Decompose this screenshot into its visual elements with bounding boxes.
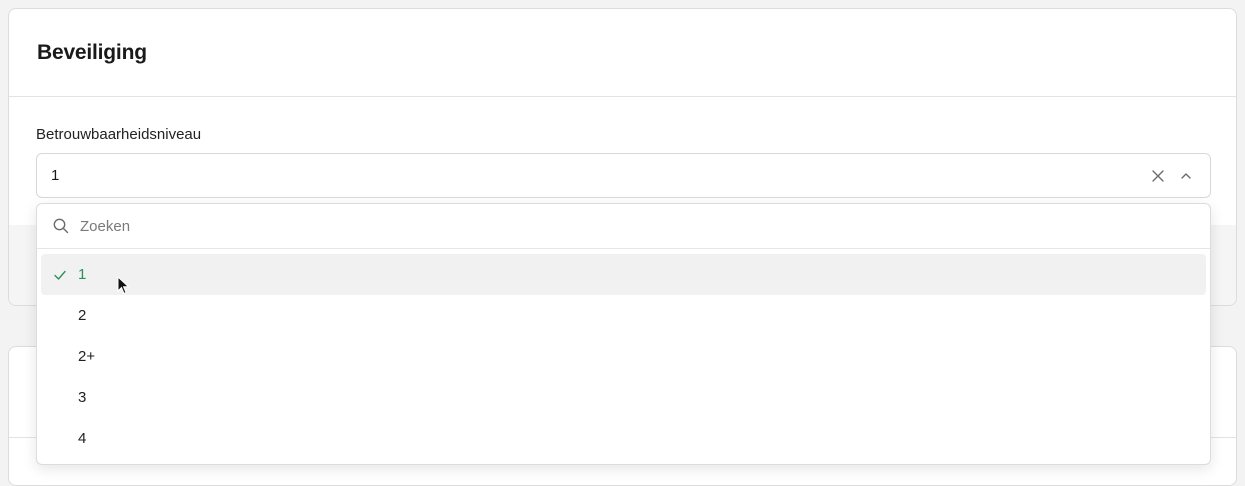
option-item[interactable]: 1 (41, 254, 1206, 295)
option-label: 2+ (78, 348, 96, 365)
option-item[interactable]: 2 (41, 295, 1206, 336)
option-label: 3 (78, 389, 87, 406)
search-icon (52, 217, 70, 235)
dropdown-search (37, 204, 1210, 249)
close-icon[interactable] (1150, 168, 1166, 184)
section-title: Beveiliging (37, 40, 147, 64)
option-item[interactable]: 2+ (41, 336, 1206, 377)
option-item[interactable]: 3 (41, 377, 1206, 418)
mouse-cursor-icon (117, 276, 130, 295)
trust-level-label: Betrouwbaarheidsniveau (36, 126, 202, 143)
check-icon (41, 268, 78, 282)
select-icons (1150, 168, 1210, 184)
option-item[interactable]: 4 (41, 418, 1206, 459)
option-label: 4 (78, 430, 87, 447)
search-input[interactable] (78, 216, 1210, 236)
chevron-up-icon[interactable] (1178, 168, 1194, 184)
option-label: 2 (78, 307, 87, 324)
trust-level-select[interactable]: 1 (36, 153, 1211, 198)
trust-level-dropdown: 1 2 2+ 3 4 (36, 203, 1211, 465)
card-header: Beveiliging (9, 9, 1236, 97)
option-list: 1 2 2+ 3 4 (37, 249, 1210, 459)
select-value: 1 (51, 167, 60, 184)
option-label: 1 (78, 266, 87, 283)
